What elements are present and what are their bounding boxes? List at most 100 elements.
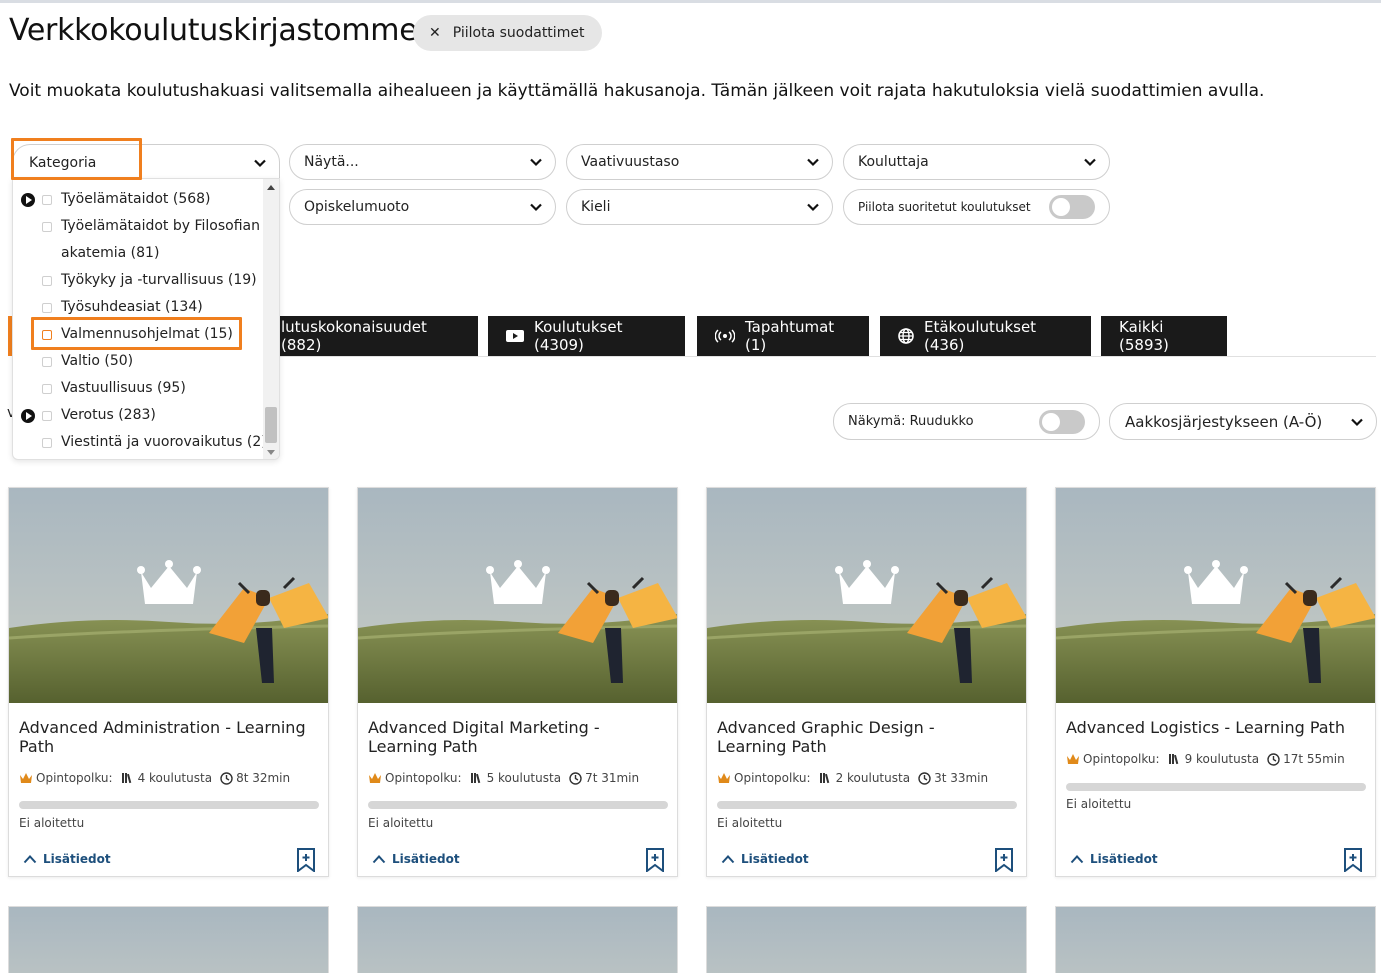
course-title[interactable]: Advanced Graphic Design - Learning Path xyxy=(717,718,1007,756)
hide-filters-button[interactable]: ✕ Piilota suodattimet xyxy=(413,15,602,51)
course-card[interactable]: Advanced Graphic Design - Learning Path … xyxy=(706,487,1027,877)
checkbox[interactable] xyxy=(42,303,52,313)
language-select[interactable]: Kieli xyxy=(566,189,833,225)
course-duration: 8t 32min xyxy=(236,771,291,785)
checkbox[interactable] xyxy=(42,222,52,232)
course-title[interactable]: Advanced Digital Marketing - Learning Pa… xyxy=(368,718,658,756)
course-card[interactable] xyxy=(8,906,329,973)
show-select-label: Näytä... xyxy=(304,154,359,170)
course-image-wrap[interactable] xyxy=(707,488,1026,703)
study-mode-label: Opiskelumuoto xyxy=(304,199,410,215)
course-title[interactable]: Advanced Logistics - Learning Path xyxy=(1066,718,1356,737)
course-card[interactable] xyxy=(357,906,678,973)
books-icon xyxy=(1168,753,1182,765)
tab-remote[interactable]: Etäkoulutukset (436) xyxy=(880,316,1091,356)
course-image xyxy=(707,488,1026,703)
books-icon xyxy=(121,772,135,784)
level-select[interactable]: Vaativuustaso xyxy=(566,144,833,180)
checkbox[interactable] xyxy=(42,276,52,286)
option-label: Työkyky ja -turvallisuus (19) xyxy=(61,272,257,288)
checkbox[interactable] xyxy=(42,438,52,448)
course-duration: 17t 55min xyxy=(1283,752,1345,766)
view-toggle-label: Näkymä: Ruudukko xyxy=(848,414,974,429)
course-duration: 7t 31min xyxy=(585,771,640,785)
chevron-down-icon xyxy=(806,200,820,214)
course-card[interactable] xyxy=(1055,906,1376,973)
trainer-select[interactable]: Kouluttaja xyxy=(843,144,1110,180)
sort-select[interactable]: Aakkosjärjestykseen (A-Ö) xyxy=(1109,403,1377,440)
scroll-up-icon[interactable] xyxy=(267,185,275,190)
hide-completed-toggle[interactable]: Piilota suoritetut koulutukset xyxy=(843,189,1110,225)
course-meta: Opintopolku: 9 koulutusta 17t 55min xyxy=(1066,752,1353,766)
tab-label: lutuskokonaisuudet (882) xyxy=(281,318,427,354)
tab-learning-paths[interactable]: lutuskokonaisuudet (882) xyxy=(267,316,478,356)
more-info-button[interactable]: Lisätiedot xyxy=(721,852,809,866)
progress-bar xyxy=(717,801,1017,809)
option-label: Valtio (50) xyxy=(61,353,134,369)
tab-all[interactable]: Kaikki (5893) xyxy=(1101,316,1227,356)
highlight-box-category xyxy=(11,138,142,180)
course-image-wrap[interactable] xyxy=(1056,488,1375,703)
more-info-button[interactable]: Lisätiedot xyxy=(1070,852,1158,866)
globe-icon xyxy=(898,328,914,344)
course-image-wrap[interactable] xyxy=(9,488,328,703)
course-image-wrap[interactable] xyxy=(358,488,677,703)
level-select-label: Vaativuustaso xyxy=(581,154,680,170)
chevron-up-icon xyxy=(23,854,37,864)
bookmark-add-icon[interactable] xyxy=(1343,848,1363,873)
more-info-button[interactable]: Lisätiedot xyxy=(23,852,111,866)
checkbox[interactable] xyxy=(42,195,52,205)
course-status: Ei aloitettu xyxy=(19,816,85,830)
scroll-down-icon[interactable] xyxy=(267,450,275,455)
sort-select-label: Aakkosjärjestykseen (A-Ö) xyxy=(1125,412,1323,431)
path-label: Opintopolku: xyxy=(1083,752,1160,766)
tab-courses[interactable]: Koulutukset (4309) xyxy=(488,316,685,356)
toggle-switch[interactable] xyxy=(1049,195,1095,219)
bookmark-add-icon[interactable] xyxy=(296,848,316,873)
study-mode-select[interactable]: Opiskelumuoto xyxy=(289,189,556,225)
toggle-switch[interactable] xyxy=(1039,409,1085,434)
option-label: Viestintä ja vuorovaikutus (2) xyxy=(61,434,267,450)
clock-icon xyxy=(220,771,233,785)
course-card[interactable]: Advanced Logistics - Learning Path Opint… xyxy=(1055,487,1376,877)
dropdown-scrollbar[interactable] xyxy=(263,179,279,459)
option-label: Työelämätaidot by Filosofian xyxy=(61,218,261,234)
course-card[interactable]: Advanced Administration - Learning Path … xyxy=(8,487,329,877)
course-image xyxy=(9,488,328,703)
option-label: Vastuullisuus (95) xyxy=(61,380,186,396)
bookmark-add-icon[interactable] xyxy=(994,848,1014,873)
course-title[interactable]: Advanced Administration - Learning Path xyxy=(19,718,309,756)
books-icon xyxy=(470,772,484,784)
tab-events[interactable]: Tapahtumat (1) xyxy=(697,316,869,356)
clock-icon xyxy=(918,771,931,785)
bookmark-add-icon[interactable] xyxy=(645,848,665,873)
view-toggle[interactable]: Näkymä: Ruudukko xyxy=(833,403,1100,440)
more-info-label: Lisätiedot xyxy=(1090,852,1158,866)
option-label: Verotus (283) xyxy=(61,407,156,423)
path-label: Opintopolku: xyxy=(734,771,811,785)
chevron-up-icon xyxy=(721,854,735,864)
course-status: Ei aloitettu xyxy=(717,816,783,830)
video-icon xyxy=(506,329,524,343)
checkbox[interactable] xyxy=(42,384,52,394)
course-image xyxy=(1056,488,1375,703)
course-card[interactable]: Advanced Digital Marketing - Learning Pa… xyxy=(357,487,678,877)
crown-icon xyxy=(368,772,382,784)
expand-icon[interactable] xyxy=(21,409,35,423)
crown-icon xyxy=(19,772,33,784)
checkbox[interactable] xyxy=(42,357,52,367)
course-card[interactable] xyxy=(706,906,1027,973)
option-label: akatemia (81) xyxy=(61,245,160,261)
course-meta: Opintopolku: 2 koulutusta 3t 33min xyxy=(717,771,996,785)
scroll-thumb[interactable] xyxy=(265,407,277,443)
chevron-down-icon xyxy=(529,200,543,214)
clock-icon xyxy=(1267,752,1280,766)
more-info-button[interactable]: Lisätiedot xyxy=(372,852,460,866)
path-label: Opintopolku: xyxy=(36,771,113,785)
expand-icon[interactable] xyxy=(21,193,35,207)
show-select[interactable]: Näytä... xyxy=(289,144,556,180)
course-status: Ei aloitettu xyxy=(1066,797,1132,811)
course-count: 2 koulutusta xyxy=(835,771,911,785)
checkbox[interactable] xyxy=(42,411,52,421)
tabs-divider xyxy=(280,356,1376,357)
